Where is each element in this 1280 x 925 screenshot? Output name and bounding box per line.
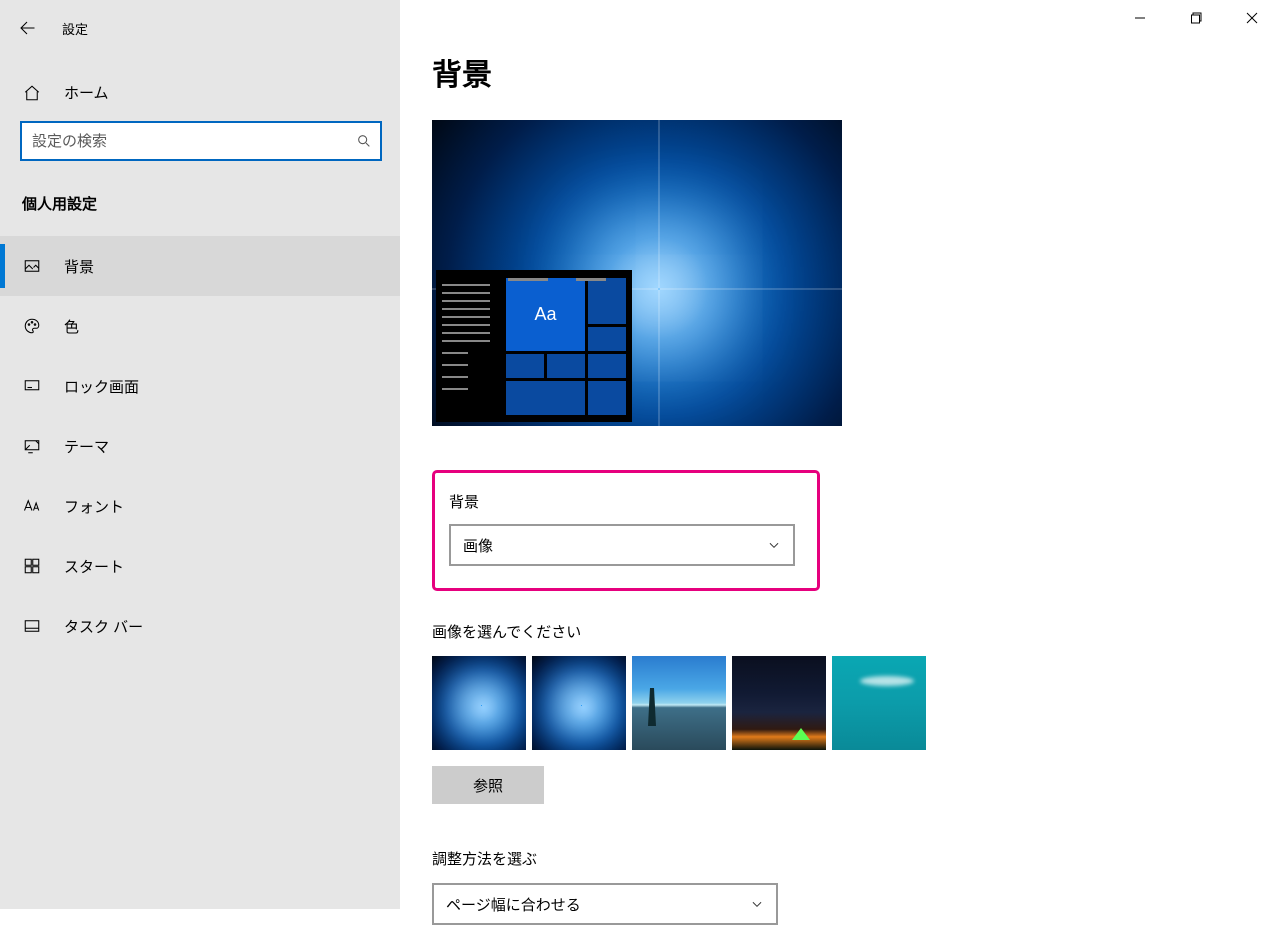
- maximize-button[interactable]: [1168, 0, 1224, 36]
- category-title: 個人用設定: [0, 161, 400, 214]
- nav: 背景 色 ロック画面 テーマ フォント: [0, 236, 400, 656]
- home-icon: [22, 84, 42, 102]
- thumbnail-2[interactable]: [532, 656, 626, 750]
- sidebar-item-label: タスク バー: [64, 616, 143, 637]
- fit-dropdown[interactable]: ページ幅に合わせる: [432, 883, 778, 925]
- sidebar-item-label: ホーム: [64, 82, 109, 103]
- maximize-icon: [1190, 12, 1202, 24]
- titlebar-left: 設定: [0, 8, 400, 48]
- back-button[interactable]: [14, 15, 40, 41]
- dropdown-value: ページ幅に合わせる: [446, 894, 581, 915]
- minimize-icon: [1134, 12, 1146, 24]
- browse-button[interactable]: 参照: [432, 766, 544, 804]
- minimize-button[interactable]: [1112, 0, 1168, 36]
- sidebar-item-home[interactable]: ホーム: [0, 72, 400, 113]
- thumbnail-5[interactable]: [832, 656, 926, 750]
- fit-label: 調整方法を選ぶ: [432, 848, 1280, 869]
- sidebar-item-fonts[interactable]: フォント: [0, 476, 400, 536]
- window-controls: [400, 0, 1280, 36]
- sidebar: 設定 ホーム 個人用設定 背景 色: [0, 0, 400, 909]
- app-title: 設定: [62, 19, 88, 38]
- desktop-preview: Aa: [432, 120, 842, 426]
- sidebar-item-label: 背景: [64, 256, 94, 277]
- sidebar-item-lockscreen[interactable]: ロック画面: [0, 356, 400, 416]
- search-input[interactable]: [32, 133, 356, 150]
- preview-tile-text: Aa: [506, 278, 585, 351]
- arrow-left-icon: [18, 19, 36, 37]
- sidebar-item-label: フォント: [64, 496, 124, 517]
- dropdown-value: 画像: [463, 535, 493, 556]
- search-icon: [356, 133, 372, 149]
- sidebar-item-label: テーマ: [64, 436, 109, 457]
- thumbnail-4[interactable]: [732, 656, 826, 750]
- sidebar-item-label: スタート: [64, 556, 124, 577]
- background-type-dropdown[interactable]: 画像: [449, 524, 795, 566]
- sidebar-item-taskbar[interactable]: タスク バー: [0, 596, 400, 656]
- thumbnail-3[interactable]: [632, 656, 726, 750]
- thumbnail-1[interactable]: [432, 656, 526, 750]
- start-menu-preview: Aa: [436, 270, 632, 422]
- sidebar-item-background[interactable]: 背景: [0, 236, 400, 296]
- palette-icon: [22, 317, 42, 335]
- page-title: 背景: [432, 50, 1280, 94]
- font-icon: [22, 498, 42, 514]
- taskbar-icon: [22, 617, 42, 635]
- background-field-label: 背景: [449, 491, 797, 512]
- image-thumbnails: [432, 656, 1280, 750]
- content: 背景 Aa 背景: [400, 36, 1280, 925]
- close-icon: [1246, 12, 1258, 24]
- chevron-down-icon: [767, 538, 781, 552]
- browse-button-label: 参照: [473, 775, 503, 796]
- choose-image-label: 画像を選んでください: [432, 621, 1280, 642]
- sidebar-item-label: ロック画面: [64, 376, 139, 397]
- themes-icon: [22, 437, 42, 455]
- sidebar-item-colors[interactable]: 色: [0, 296, 400, 356]
- background-type-highlight: 背景 画像: [432, 470, 820, 591]
- search-box[interactable]: [20, 121, 382, 161]
- sidebar-item-label: 色: [64, 316, 79, 337]
- start-icon: [22, 557, 42, 575]
- sidebar-item-start[interactable]: スタート: [0, 536, 400, 596]
- main: 背景 Aa 背景: [400, 0, 1280, 909]
- lockscreen-icon: [22, 377, 42, 395]
- search-container: [0, 113, 400, 161]
- sidebar-item-themes[interactable]: テーマ: [0, 416, 400, 476]
- close-button[interactable]: [1224, 0, 1280, 36]
- picture-icon: [22, 257, 42, 275]
